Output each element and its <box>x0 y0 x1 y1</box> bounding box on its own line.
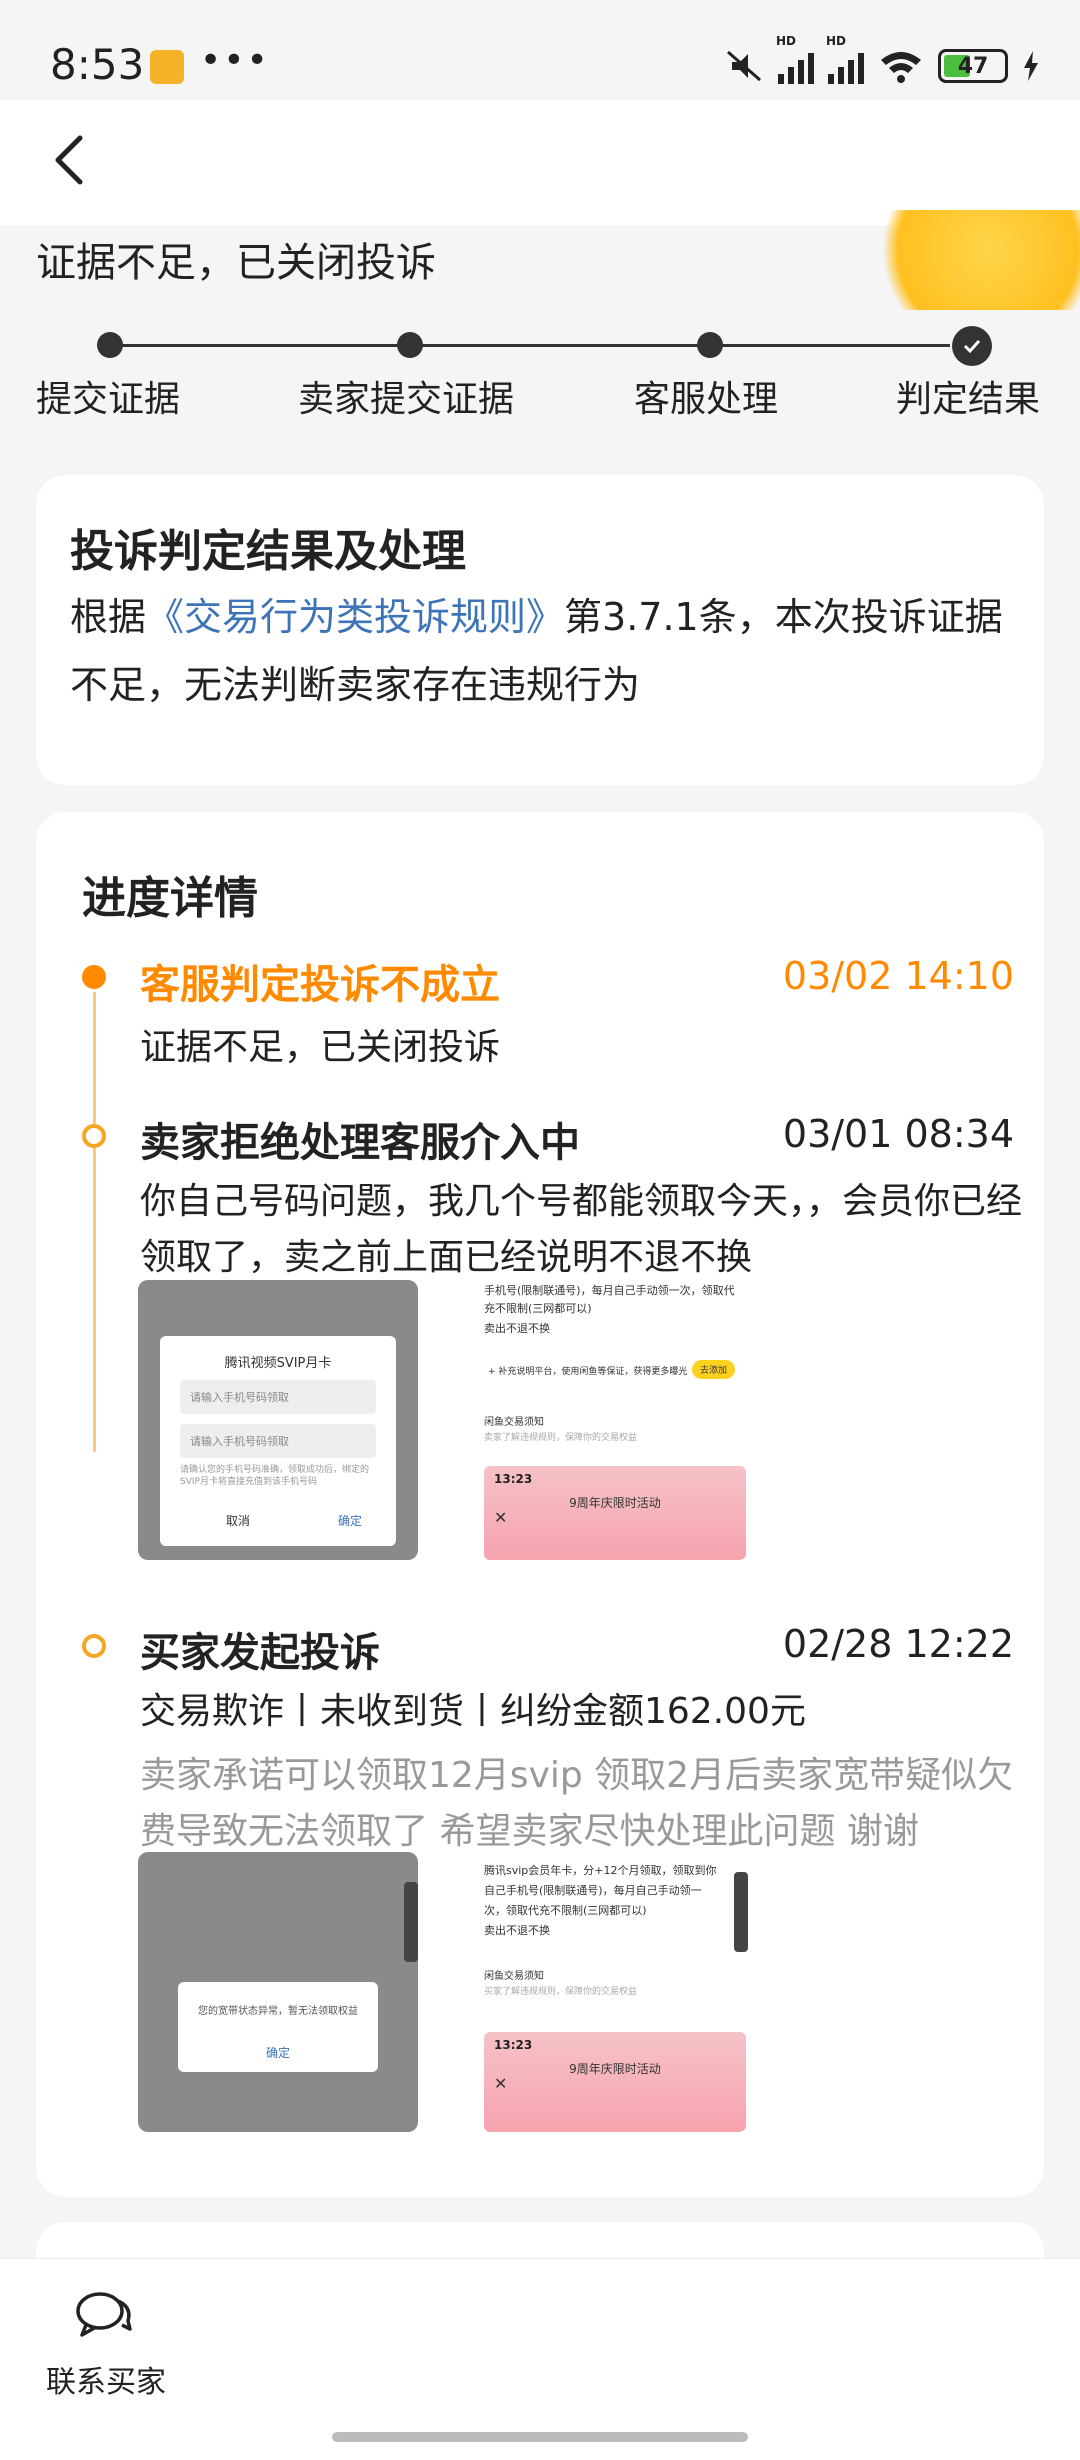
side-handle <box>404 1882 418 1962</box>
evidence-image[interactable]: 腾讯svip会员年卡，分+12个月领取，领取到你 自己手机号(限制联通号)，每月… <box>448 1852 748 2132</box>
complaint-status-text: 证据不足，已关闭投诉 <box>36 240 436 286</box>
event-text: 证据不足，已关闭投诉 <box>140 1027 501 1068</box>
step-connector <box>110 344 400 347</box>
check-icon <box>952 326 992 366</box>
battery-icon: 47 <box>938 49 1008 83</box>
event-time: 03/02 14:10 <box>782 954 1014 998</box>
event-note: 卖家承诺可以领取12月svip 领取2月后卖家宽带疑似欠费导致无法领取了 希望卖… <box>140 1755 1014 1852</box>
timeline-dot <box>82 965 106 989</box>
wifi-icon <box>881 52 921 83</box>
mascot-image <box>850 210 1080 310</box>
evidence-image[interactable]: 您的宽带状态异常，暂无法领取权益 确定 <box>138 1852 418 2132</box>
step-dot <box>97 332 123 358</box>
step-dot <box>397 332 423 358</box>
step-connector <box>720 344 950 347</box>
home-indicator[interactable] <box>332 2432 748 2442</box>
timeline-dot <box>82 1124 106 1148</box>
status-icons: HD HD 47 <box>724 34 1040 84</box>
signal-1: HD <box>776 34 814 84</box>
event-text: 交易欺诈丨未收到货丨纠纷金额162.00元 <box>140 1691 806 1732</box>
step-label-service: 客服处理 <box>634 379 779 420</box>
dialog-preview: 腾讯视频SVIP月卡 请输入手机号码领取 请输入手机号码领取 请确认您的手机号码… <box>160 1336 396 1546</box>
event-time: 02/28 12:22 <box>782 1622 1014 1666</box>
evidence-image[interactable]: 腾讯视频SVIP月卡 请输入手机号码领取 请输入手机号码领取 请确认您的手机号码… <box>138 1280 418 1560</box>
signal-2: HD <box>826 34 864 84</box>
mute-icon <box>727 50 761 82</box>
status-time: 8:53 <box>50 40 145 89</box>
evidence-image[interactable]: 手机号(限制联通号)，每月自己手动领一次，领取代 充不限制(三网都可以) 卖出不… <box>448 1280 748 1560</box>
contact-buyer-button[interactable]: 联系买家 <box>46 2357 166 2401</box>
step-label-submit: 提交证据 <box>36 379 181 420</box>
progress-title: 进度详情 <box>82 873 258 924</box>
result-card: 投诉判定结果及处理 根据《交易行为类投诉规则》第3.7.1条，本次投诉证据不足，… <box>36 475 1044 785</box>
chat-icon[interactable] <box>74 2289 134 2341</box>
step-label-result: 判定结果 <box>896 379 1041 420</box>
result-body: 根据《交易行为类投诉规则》第3.7.1条，本次投诉证据不足，无法判断卖家存在违规… <box>70 595 1003 707</box>
dialog-preview: 您的宽带状态异常，暂无法领取权益 确定 <box>178 1982 378 2072</box>
notes-app-icon <box>150 50 184 84</box>
close-icon: ✕ <box>494 2074 508 2093</box>
event-time: 03/01 08:34 <box>782 1112 1014 1156</box>
result-title: 投诉判定结果及处理 <box>70 526 466 577</box>
step-connector <box>420 344 710 347</box>
step-dot <box>697 332 723 358</box>
charging-icon <box>1024 51 1038 81</box>
side-handle <box>734 1872 748 1952</box>
bottom-bar: 联系买家 <box>0 2258 1080 2460</box>
more-notifications-icon: ••• <box>200 40 270 81</box>
timeline-line <box>93 992 96 1452</box>
event-title: 买家发起投诉 <box>140 1630 380 1676</box>
event-title: 卖家拒绝处理客服介入中 <box>140 1120 580 1166</box>
event-text: 你自己号码问题，我几个号都能领取今天，，会员你已经领取了，卖之前上面已经说明不退… <box>140 1181 1023 1278</box>
progress-card: 进度详情 客服判定投诉不成立 03/02 14:10 证据不足，已关闭投诉 卖家… <box>36 812 1044 2197</box>
banner-preview: 13:23 9周年庆限时活动 ✕ <box>484 2032 746 2132</box>
step-label-seller-evidence: 卖家提交证据 <box>298 379 515 420</box>
rule-link[interactable]: 《交易行为类投诉规则》 <box>146 595 564 639</box>
close-icon: ✕ <box>494 1508 508 1527</box>
event-title: 客服判定投诉不成立 <box>140 962 500 1008</box>
back-arrow-icon[interactable] <box>44 130 104 190</box>
timeline-dot <box>82 1634 106 1658</box>
banner-preview: 13:23 9周年庆限时活动 ✕ <box>484 1466 746 1560</box>
